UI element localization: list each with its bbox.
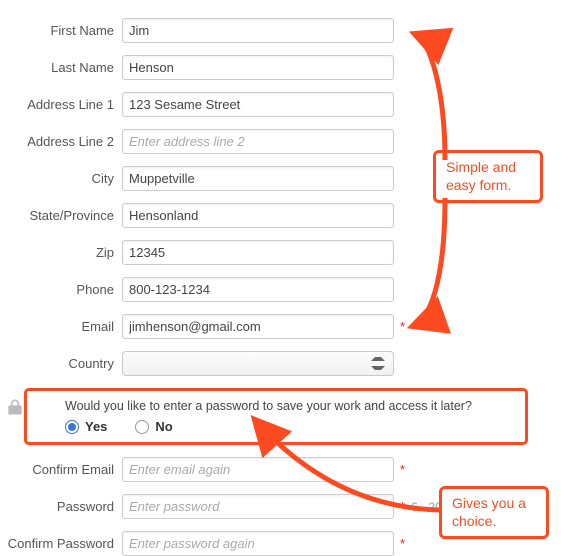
label-last-name: Last Name bbox=[0, 60, 122, 75]
confirm-email-input[interactable] bbox=[122, 457, 394, 482]
label-password: Password bbox=[0, 499, 122, 514]
zip-input[interactable] bbox=[122, 240, 394, 265]
first-name-input[interactable] bbox=[122, 18, 394, 43]
label-confirm-password: Confirm Password bbox=[0, 536, 122, 551]
phone-input[interactable] bbox=[122, 277, 394, 302]
state-input[interactable] bbox=[122, 203, 394, 228]
annotation-callout-choice: Gives you a choice. bbox=[439, 486, 549, 539]
password-gate-box: Would you like to enter a password to sa… bbox=[24, 388, 528, 445]
label-first-name: First Name bbox=[0, 23, 122, 38]
label-address1: Address Line 1 bbox=[0, 97, 122, 112]
radio-yes-label: Yes bbox=[85, 419, 107, 434]
confirm-password-required-mark: * bbox=[400, 536, 405, 551]
radio-no-label: No bbox=[155, 419, 172, 434]
password-gate-no-radio[interactable]: No bbox=[135, 419, 172, 434]
address2-input[interactable] bbox=[122, 129, 394, 154]
password-input[interactable] bbox=[122, 494, 394, 519]
label-confirm-email: Confirm Email bbox=[0, 462, 122, 477]
password-hint: 6 - 20 bbox=[411, 500, 442, 514]
confirm-email-required-mark: * bbox=[400, 462, 405, 477]
label-country: Country bbox=[0, 356, 122, 371]
label-city: City bbox=[0, 171, 122, 186]
email-input[interactable] bbox=[122, 314, 394, 339]
last-name-input[interactable] bbox=[122, 55, 394, 80]
address1-input[interactable] bbox=[122, 92, 394, 117]
city-input[interactable] bbox=[122, 166, 394, 191]
annotation-callout-simple: Simple and easy form. bbox=[433, 150, 543, 203]
label-phone: Phone bbox=[0, 282, 122, 297]
password-gate-yes-radio[interactable]: Yes bbox=[65, 419, 107, 434]
confirm-password-input[interactable] bbox=[122, 531, 394, 556]
label-address2: Address Line 2 bbox=[0, 134, 122, 149]
email-required-mark: * bbox=[400, 319, 405, 334]
password-required-mark: * bbox=[400, 499, 405, 514]
label-state: State/Province bbox=[0, 208, 122, 223]
label-zip: Zip bbox=[0, 245, 122, 260]
label-email: Email bbox=[0, 319, 122, 334]
radio-icon bbox=[135, 420, 149, 434]
password-gate-question: Would you like to enter a password to sa… bbox=[65, 399, 515, 413]
country-select[interactable] bbox=[122, 351, 394, 376]
radio-icon bbox=[65, 420, 79, 434]
lock-icon bbox=[5, 397, 25, 417]
